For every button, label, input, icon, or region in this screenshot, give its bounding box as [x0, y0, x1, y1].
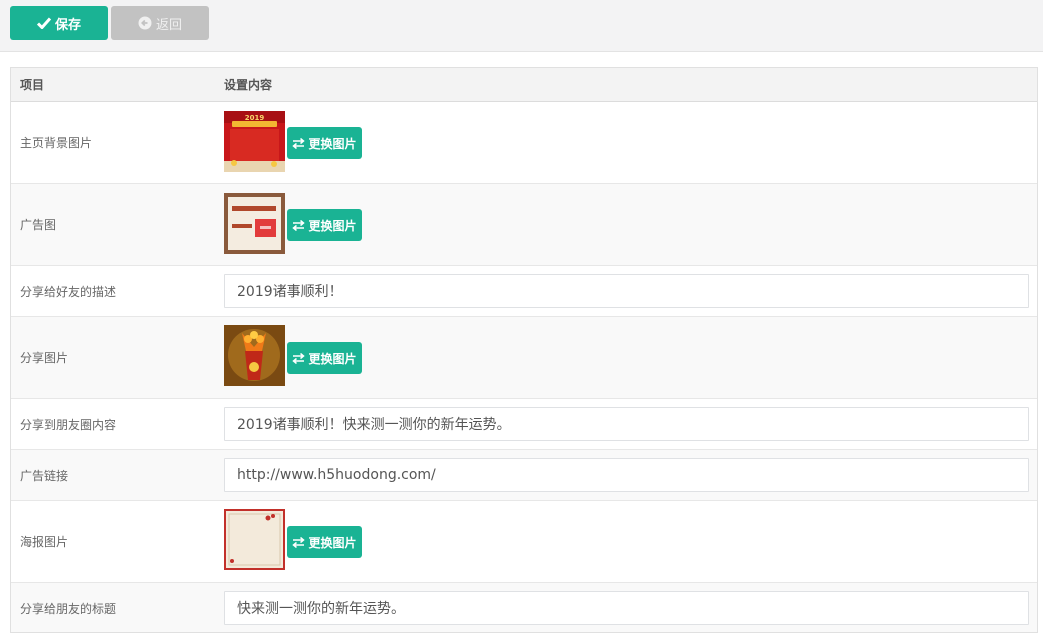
change-image-button[interactable]: 更换图片	[287, 127, 362, 159]
poster-thumbnail	[224, 509, 285, 570]
arrow-left-circle-icon	[138, 16, 152, 30]
row-label: 分享给朋友的标题	[20, 602, 117, 616]
ad-link-input[interactable]	[224, 458, 1029, 492]
row-label: 广告图	[20, 218, 57, 232]
back-button[interactable]: 返回	[111, 6, 209, 40]
exchange-icon	[292, 536, 306, 548]
exchange-icon	[292, 352, 306, 364]
header-content: 设置内容	[224, 78, 273, 92]
share-friend-description-input[interactable]	[224, 274, 1029, 308]
settings-table: 项目 设置内容 主页背景图片 2019 更换图片 广告图 更换图片 分享给好友的…	[10, 67, 1038, 633]
row-label: 分享到朋友圈内容	[20, 417, 117, 432]
table-row: 广告图 更换图片	[11, 184, 1037, 266]
change-image-label: 更换图片	[308, 351, 357, 366]
row-label: 分享给好友的描述	[20, 284, 117, 299]
svg-text:2019: 2019	[245, 114, 265, 122]
save-button[interactable]: 保存	[10, 6, 108, 40]
table-row: 分享给朋友的标题	[11, 583, 1037, 632]
change-image-label: 更换图片	[308, 218, 357, 233]
background-thumbnail: 2019	[224, 111, 285, 172]
change-image-label: 更换图片	[308, 535, 357, 550]
table-row: 分享图片 更换图片	[11, 317, 1037, 399]
header-item: 项目	[20, 78, 45, 92]
table-header: 项目 设置内容	[11, 68, 1037, 102]
share-thumbnail	[224, 325, 285, 386]
change-image-button[interactable]: 更换图片	[287, 526, 362, 558]
table-row: 主页背景图片 2019 更换图片	[11, 102, 1037, 184]
exchange-icon	[292, 219, 306, 231]
table-row: 海报图片 更换图片	[11, 501, 1037, 583]
back-label: 返回	[155, 16, 182, 32]
toolbar: 保存 返回	[0, 0, 1043, 52]
exchange-icon	[292, 137, 306, 149]
row-label: 分享图片	[20, 351, 69, 365]
table-row: 分享到朋友圈内容	[11, 399, 1037, 450]
row-label: 主页背景图片	[20, 136, 93, 150]
check-icon	[36, 17, 51, 29]
table-row: 广告链接	[11, 450, 1037, 501]
ad-thumbnail	[224, 193, 285, 254]
row-label: 海报图片	[20, 535, 69, 549]
change-image-label: 更换图片	[308, 136, 357, 151]
table-row: 分享给好友的描述	[11, 266, 1037, 317]
save-label: 保存	[54, 16, 81, 32]
row-label: 广告链接	[20, 468, 69, 483]
change-image-button[interactable]: 更换图片	[287, 342, 362, 374]
change-image-button[interactable]: 更换图片	[287, 209, 362, 241]
share-friend-title-input[interactable]	[224, 591, 1029, 625]
moments-content-input[interactable]	[224, 407, 1029, 441]
